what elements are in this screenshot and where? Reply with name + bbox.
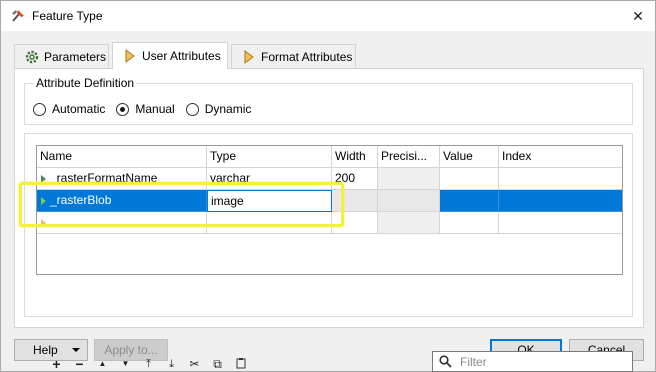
radio-manual[interactable]: Manual [116,102,175,116]
column-header-type[interactable]: Type [207,146,332,168]
cell-value[interactable] [440,190,499,212]
tab-label: Format Attributes [261,49,353,64]
column-header-width[interactable]: Width [332,146,378,168]
remove-icon[interactable]: − [68,356,91,372]
cell-precision [378,168,440,190]
radio-dynamic[interactable]: Dynamic [185,102,252,116]
attribute-definition-title: Attribute Definition [34,76,137,90]
radio-indicator [116,102,130,116]
tab-label: User Attributes [142,49,221,63]
column-header-value[interactable]: Value [440,146,499,168]
cell-index[interactable] [499,212,622,234]
radio-label: Manual [135,102,175,116]
table-header: Name Type Width Precisi... Value Index [37,146,622,168]
column-header-index[interactable]: Index [499,146,622,168]
cell-value[interactable] [440,168,499,190]
add-icon[interactable]: + [45,356,68,372]
paste-icon[interactable] [229,356,252,372]
cut-icon[interactable]: ✂ [183,356,206,372]
feature-type-dialog: Feature Type ✕ Parameters User Attribute… [0,0,656,372]
title-bar: Feature Type ✕ [1,1,655,31]
move-top-icon[interactable]: ⤒ [137,356,160,372]
cell-value[interactable] [440,212,499,234]
cell-index[interactable] [499,168,622,190]
filter-input[interactable] [458,353,618,370]
cell-index[interactable] [499,190,622,212]
gear-icon [25,50,39,63]
highlight-annotation [19,182,344,227]
cell-precision [378,190,440,212]
attribute-toolbar: + − ▲ ▼ ⤒ ⤓ ✂ ⧉ [45,356,252,372]
attribute-arrow-icon [244,49,254,64]
move-down-icon[interactable]: ▼ [114,356,137,372]
move-up-icon[interactable]: ▲ [91,356,114,372]
attribute-definition-options: Automatic Manual Dynamic [33,102,262,116]
feature-type-icon [12,10,24,22]
move-bottom-icon[interactable]: ⤓ [160,356,183,372]
cell-precision [378,212,440,234]
paste-icon-glyph [236,358,245,369]
chevron-down-icon [72,348,80,352]
attribute-arrow-icon [125,49,135,63]
radio-label: Dynamic [204,102,252,116]
help-label: Help [33,343,58,357]
copy-icon[interactable]: ⧉ [206,356,229,372]
tab-format-attributes[interactable]: Format Attributes [231,44,356,68]
tab-label: Parameters [44,49,107,64]
radio-label: Automatic [52,102,106,116]
radio-indicator [185,102,199,116]
tab-user-attributes[interactable]: User Attributes [112,42,228,69]
column-header-precision[interactable]: Precisi... [378,146,440,168]
radio-automatic[interactable]: Automatic [33,102,105,116]
filter-field[interactable] [432,351,633,372]
radio-indicator [33,102,46,116]
search-icon [439,355,452,368]
column-header-name[interactable]: Name [37,146,207,168]
close-button[interactable]: ✕ [621,1,655,31]
window-title: Feature Type [32,9,103,23]
tab-parameters[interactable]: Parameters [14,44,109,68]
